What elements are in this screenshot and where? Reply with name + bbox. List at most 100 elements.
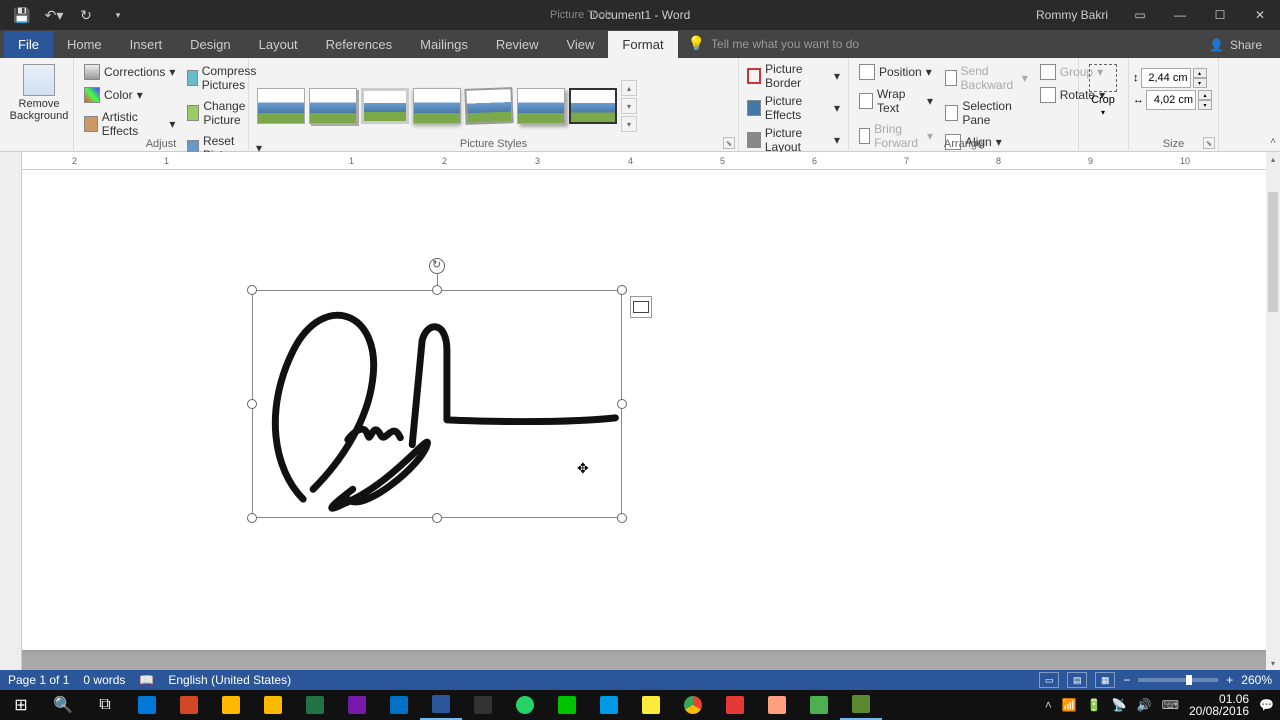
search-icon[interactable]: 🔍 (42, 690, 84, 720)
zoom-out-button[interactable]: − (1123, 673, 1130, 687)
maximize-button[interactable]: ☐ (1200, 0, 1240, 30)
layout-options-button[interactable] (630, 296, 652, 318)
picture-style-4[interactable] (413, 88, 461, 124)
tray-bluetooth-icon[interactable]: 📶 (1062, 698, 1077, 712)
picture-border-button[interactable]: Picture Border ▾ (743, 60, 844, 92)
tray-battery-icon[interactable]: 🔋 (1087, 698, 1102, 712)
taskbar-edge[interactable] (126, 690, 168, 720)
zoom-slider[interactable] (1138, 678, 1218, 682)
tab-format[interactable]: Format (608, 31, 677, 58)
selection-pane-button[interactable]: Selection Pane (941, 97, 1032, 129)
taskbar-whatsapp[interactable] (504, 690, 546, 720)
taskbar-line[interactable] (546, 690, 588, 720)
picture-style-7[interactable] (569, 88, 617, 124)
task-view-icon[interactable]: ⧉ (84, 690, 126, 720)
undo-icon[interactable]: ↶▾ (42, 3, 66, 27)
tab-mailings[interactable]: Mailings (406, 31, 482, 58)
tray-expand-icon[interactable]: ˄ (1045, 698, 1052, 712)
tell-me-search[interactable]: 💡 Tell me what you want to do (678, 29, 870, 58)
resize-handle-tr[interactable] (617, 285, 627, 295)
selected-picture[interactable] (252, 290, 622, 518)
picture-style-2[interactable] (309, 88, 357, 124)
share-button[interactable]: 👤 Share (1201, 32, 1270, 58)
page[interactable]: ✥ (22, 170, 1266, 650)
vertical-scroll-thumb[interactable] (1268, 192, 1278, 312)
language-indicator[interactable]: English (United States) (168, 673, 291, 687)
taskbar-app-1[interactable] (588, 690, 630, 720)
start-button[interactable]: ⊞ (0, 690, 42, 720)
picture-style-1[interactable] (257, 88, 305, 124)
horizontal-ruler[interactable]: 2 1 1 2 3 4 5 6 7 8 9 10 (22, 152, 1280, 170)
collapse-ribbon-icon[interactable]: ˄ (1270, 136, 1276, 147)
artistic-effects-button[interactable]: Artistic Effects ▾ (80, 108, 179, 140)
taskbar-file-explorer[interactable] (210, 690, 252, 720)
resize-handle-mr[interactable] (617, 399, 627, 409)
gallery-row-up[interactable]: ▴ (621, 80, 637, 96)
minimize-button[interactable]: — (1160, 0, 1200, 30)
resize-handle-br[interactable] (617, 513, 627, 523)
size-launcher[interactable]: ⬊ (1203, 137, 1215, 149)
picture-style-3[interactable] (361, 88, 409, 124)
taskbar-mail[interactable] (462, 690, 504, 720)
taskbar-powerpoint[interactable] (168, 690, 210, 720)
taskbar-camtasia[interactable] (840, 690, 882, 720)
tab-references[interactable]: References (312, 31, 406, 58)
wrap-text-button[interactable]: Wrap Text ▾ (855, 85, 937, 117)
gallery-more-button[interactable]: ▾ (621, 116, 637, 132)
width-up[interactable]: ▴ (1198, 90, 1212, 100)
clock[interactable]: 01.06 20/08/2016 (1189, 693, 1249, 717)
taskbar-download[interactable] (714, 690, 756, 720)
height-up[interactable]: ▴ (1193, 68, 1207, 78)
vertical-ruler[interactable] (0, 152, 22, 690)
position-button[interactable]: Position ▾ (855, 62, 937, 82)
corrections-button[interactable]: Corrections ▾ (80, 62, 179, 82)
print-layout-button[interactable]: ▤ (1067, 672, 1087, 688)
tab-review[interactable]: Review (482, 31, 553, 58)
taskbar-file-explorer-2[interactable] (252, 690, 294, 720)
taskbar-excel[interactable] (294, 690, 336, 720)
remove-background-button[interactable]: Remove Background (4, 60, 74, 122)
crop-button[interactable]: Crop ▾ (1083, 60, 1123, 117)
action-center-icon[interactable]: 💬 (1259, 698, 1274, 712)
tab-home[interactable]: Home (53, 31, 116, 58)
picture-effects-button[interactable]: Picture Effects ▾ (743, 92, 844, 124)
word-count[interactable]: 0 words (83, 673, 125, 687)
color-button[interactable]: Color ▾ (80, 85, 179, 105)
taskbar-paint[interactable] (756, 690, 798, 720)
qat-custom-icon[interactable]: ▾ (106, 3, 130, 27)
taskbar-onenote[interactable] (336, 690, 378, 720)
tray-volume-icon[interactable]: 🔊 (1137, 698, 1152, 712)
tab-layout[interactable]: Layout (245, 31, 312, 58)
picture-styles-launcher[interactable]: ⬊ (723, 137, 735, 149)
taskbar-sticky-notes[interactable] (630, 690, 672, 720)
picture-style-5[interactable] (464, 87, 513, 125)
zoom-in-button[interactable]: + (1226, 673, 1233, 687)
web-layout-button[interactable]: ▦ (1095, 672, 1115, 688)
vertical-scrollbar[interactable]: ▴ ▾ (1266, 152, 1280, 670)
resize-handle-bm[interactable] (432, 513, 442, 523)
page-indicator[interactable]: Page 1 of 1 (8, 673, 69, 687)
resize-handle-tl[interactable] (247, 285, 257, 295)
user-name[interactable]: Rommy Bakri (1036, 8, 1108, 22)
spell-check-icon[interactable]: 📖 (139, 673, 154, 687)
scroll-down-icon[interactable]: ▾ (1266, 656, 1280, 670)
tray-wifi-icon[interactable]: 📡 (1112, 698, 1127, 712)
height-down[interactable]: ▾ (1193, 78, 1207, 88)
scroll-up-icon[interactable]: ▴ (1266, 152, 1280, 166)
taskbar-app-2[interactable] (798, 690, 840, 720)
width-down[interactable]: ▾ (1198, 100, 1212, 110)
read-mode-button[interactable]: ▭ (1039, 672, 1059, 688)
tab-view[interactable]: View (552, 31, 608, 58)
zoom-level[interactable]: 260% (1241, 673, 1272, 687)
resize-handle-ml[interactable] (247, 399, 257, 409)
resize-handle-bl[interactable] (247, 513, 257, 523)
tab-insert[interactable]: Insert (116, 31, 177, 58)
ribbon-display-icon[interactable]: ▭ (1120, 0, 1160, 30)
save-icon[interactable]: 💾 (10, 3, 34, 27)
width-input[interactable] (1146, 90, 1196, 110)
tray-input-icon[interactable]: ⌨ (1162, 698, 1179, 712)
close-button[interactable]: ✕ (1240, 0, 1280, 30)
taskbar-chrome[interactable] (672, 690, 714, 720)
gallery-row-down[interactable]: ▾ (621, 98, 637, 114)
taskbar-outlook[interactable] (378, 690, 420, 720)
